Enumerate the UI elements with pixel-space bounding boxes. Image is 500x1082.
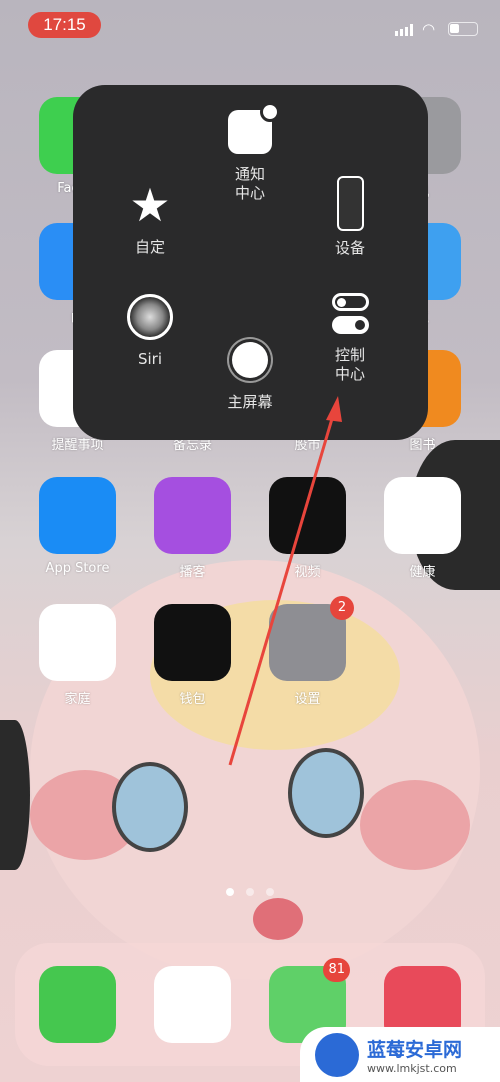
annotation-arrow (228, 396, 342, 766)
android-logo-icon (315, 1032, 359, 1077)
watermark: 蓝莓安卓网 www.lmkjst.com (300, 1027, 500, 1082)
watermark-url: www.lmkjst.com (367, 1061, 457, 1075)
watermark-name: 蓝莓安卓网 (367, 1038, 463, 1061)
